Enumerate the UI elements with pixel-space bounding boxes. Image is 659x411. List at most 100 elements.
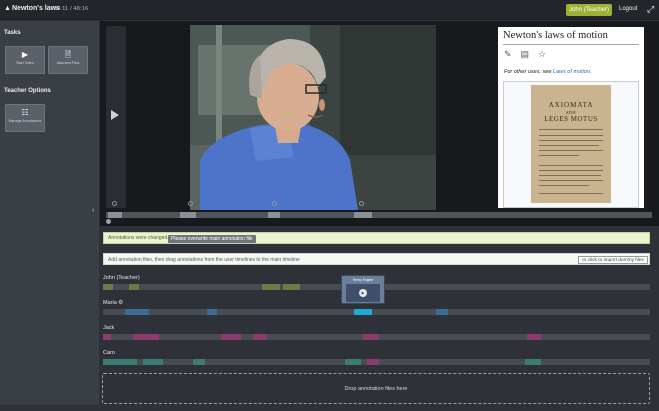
video-title: ▲Newton's laws	[4, 5, 60, 12]
principia-scan-image: AXIOMATA SIVE LEGES MOTUS	[531, 85, 611, 203]
manage-annotations-button[interactable]: ☷ Manage Annotations	[5, 104, 45, 132]
annotation-segment[interactable]	[103, 359, 137, 365]
annotation-segment[interactable]	[527, 334, 541, 340]
app-root: ▲Newton's laws 04:11 / 48:16 John (Teach…	[0, 0, 659, 411]
scan-text-line	[539, 140, 603, 141]
annotations-changed-notice: Annotations were changed. Please overwri…	[103, 232, 650, 244]
hatnote-prefix: For other uses, see	[504, 69, 553, 75]
annotation-segment[interactable]	[525, 359, 541, 365]
scan-text-line	[539, 145, 599, 146]
manage-annotations-label: Manage Annotations	[8, 119, 42, 123]
wiki-divider	[503, 44, 639, 45]
start-video-button[interactable]: ▶ Start Video	[5, 46, 45, 74]
preview-play-icon: ▶	[359, 289, 367, 297]
annotation-segment[interactable]	[262, 284, 280, 290]
add-annotations-notice: Add annotation files, then drag annotati…	[103, 253, 650, 265]
scan-text-line	[539, 165, 603, 166]
annotation-segment[interactable]	[103, 334, 111, 340]
scan-text-line	[539, 155, 579, 156]
scan-text-line	[539, 193, 603, 194]
teacher-options-heading: Teacher Options	[4, 88, 51, 94]
scan-text-line	[539, 150, 603, 151]
attached-files-button[interactable]: 🗎 Attached Files	[48, 46, 88, 74]
timeline-marker[interactable]	[188, 201, 193, 206]
scan-text-line	[539, 170, 603, 171]
fullscreen-icon[interactable]: ⤢	[647, 4, 654, 15]
wiki-hatnote: For other uses, see Laws of motion.	[504, 69, 591, 75]
main-timeline-annotation[interactable]	[354, 212, 372, 218]
annotation-segment[interactable]	[125, 309, 149, 315]
file-add-icon: 🗎	[64, 50, 72, 59]
laws-of-motion-link[interactable]: Laws of motion	[553, 69, 590, 75]
collapse-sidebar-icon[interactable]: ‹	[92, 207, 94, 214]
sidebar: Tasks ▶ Start Video 🗎 Attached Files Tea…	[0, 21, 99, 405]
annotation-segment[interactable]	[193, 359, 205, 365]
track-label-maria: Maria	[103, 300, 117, 306]
annotation-segment[interactable]	[103, 284, 113, 290]
annotation-segment[interactable]	[207, 309, 217, 315]
wiki-panel[interactable]: Newton's laws of motion ✎ ▤ ☆ For other us…	[498, 27, 644, 208]
logo-icon: ▲	[4, 5, 11, 12]
wiki-toolbar: ✎ ▤ ☆	[504, 49, 555, 60]
scan-title-2: LEGES MOTUS	[544, 115, 598, 123]
scan-title: AXIOMATA	[548, 101, 594, 109]
annotation-segment[interactable]	[221, 334, 241, 340]
timeline-marker[interactable]	[359, 201, 364, 206]
logout-link[interactable]: Logout	[619, 6, 637, 12]
annotations-changed-text: Annotations were changed.	[108, 235, 169, 241]
wiki-title: Newton's laws of motion	[503, 30, 608, 41]
user-timeline-caro[interactable]	[103, 359, 650, 365]
main-timeline-annotation[interactable]	[180, 212, 196, 218]
main-timeline-annotation[interactable]	[268, 212, 280, 218]
top-bar: ▲Newton's laws 04:11 / 48:16 John (Teach…	[0, 0, 659, 20]
video-image	[190, 25, 436, 210]
annotation-segment[interactable]	[436, 309, 448, 315]
annotation-segment[interactable]	[283, 284, 300, 290]
dropzone-label: Drop annotation files here	[344, 386, 408, 392]
annotation-segment[interactable]	[345, 359, 361, 365]
annotation-drag-preview[interactable]: Henry Engine ▶	[341, 275, 385, 304]
scan-text-line	[539, 135, 603, 136]
wiki-image-box[interactable]: AXIOMATA SIVE LEGES MOTUS	[503, 81, 639, 208]
track-label-jack: Jack	[103, 325, 115, 331]
play-button-icon[interactable]	[111, 110, 119, 120]
annotation-segment[interactable]	[253, 334, 267, 340]
video-frame[interactable]	[190, 25, 436, 210]
scan-text-line	[539, 175, 601, 176]
user-timeline-maria[interactable]	[103, 309, 650, 315]
star-icon[interactable]: ☆	[538, 49, 546, 59]
annotation-segment[interactable]	[367, 359, 379, 365]
track-label-caro: Caro	[103, 350, 115, 356]
overwrite-annotation-button[interactable]: Please overwrite main annotation file	[168, 234, 256, 243]
annotation-dropzone[interactable]: Drop annotation files here	[102, 373, 650, 404]
scan-text-line	[539, 185, 589, 186]
user-timeline-jack[interactable]	[103, 334, 650, 340]
add-annotations-text: Add annotation files, then drag annotati…	[108, 256, 300, 263]
annotation-segment[interactable]	[354, 309, 372, 315]
scan-text-line	[539, 180, 603, 181]
tasks-heading: Tasks	[4, 30, 21, 36]
timeline-marker[interactable]	[112, 201, 117, 206]
edit-icon[interactable]: ✎	[504, 49, 512, 59]
video-title-text: Newton's laws	[12, 5, 60, 12]
tree-icon: ☷	[21, 108, 29, 117]
annotation-segment[interactable]	[129, 284, 139, 290]
time-readout: 04:11 / 48:16	[54, 6, 89, 12]
timeline-marker[interactable]	[272, 201, 277, 206]
annotation-segment[interactable]	[143, 359, 163, 365]
user-button[interactable]: John (Teacher)	[566, 4, 612, 16]
annotation-segment[interactable]	[133, 334, 159, 340]
main-timeline[interactable]	[106, 212, 652, 218]
attached-files-label: Attached Files	[56, 61, 80, 65]
start-video-label: Start Video	[16, 61, 34, 65]
hatnote-suffix: .	[589, 69, 592, 75]
gear-icon[interactable]: ⚙	[118, 299, 123, 306]
import-dummy-files-button[interactable]: or click to import dummy files	[578, 255, 648, 264]
track-label-john: John (Teacher)	[103, 275, 140, 281]
annotation-preview-title: Henry Engine	[352, 278, 374, 282]
playhead-handle[interactable]	[106, 219, 111, 224]
main-timeline-annotation[interactable]	[108, 212, 122, 218]
play-icon: ▶	[21, 50, 29, 59]
history-icon[interactable]: ▤	[521, 49, 530, 59]
annotation-segment[interactable]	[363, 334, 379, 340]
